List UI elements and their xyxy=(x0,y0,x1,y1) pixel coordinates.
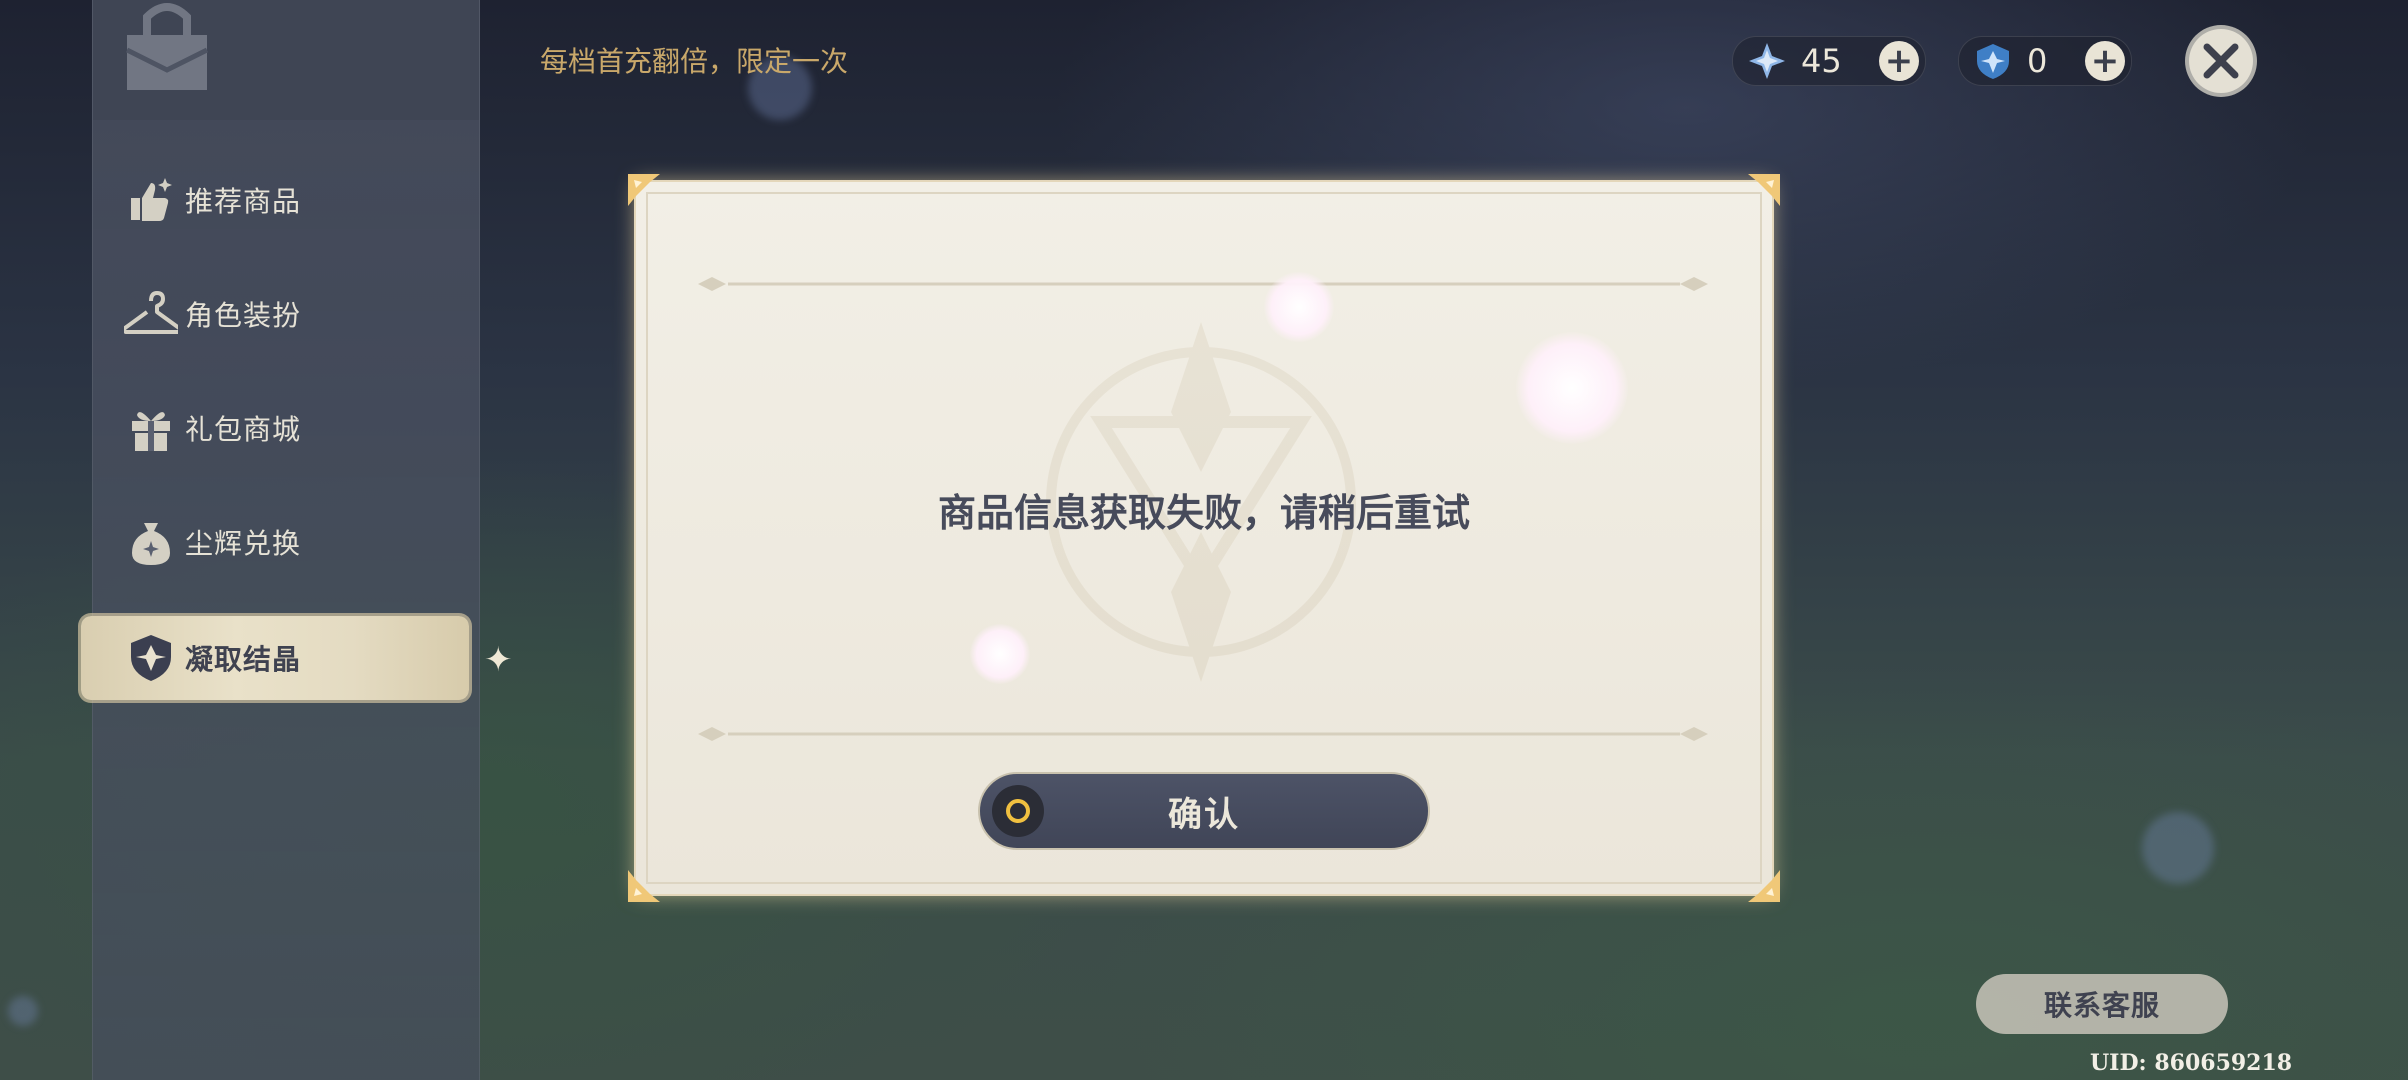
add-primogems-button[interactable]: + xyxy=(1879,41,1919,81)
player-uid: UID: 860659218 xyxy=(2090,1050,2293,1076)
contact-support-button[interactable]: 联系客服 xyxy=(1976,974,2228,1034)
corner-ornament-icon xyxy=(628,174,660,206)
light-orb xyxy=(1264,272,1334,342)
corner-ornament-icon xyxy=(1748,870,1780,902)
close-x-icon xyxy=(2203,43,2239,79)
gift-box-icon xyxy=(123,400,179,456)
close-button[interactable] xyxy=(2185,25,2257,97)
corner-ornament-icon xyxy=(628,870,660,902)
sidebar-item-label: 角色装扮 xyxy=(185,299,302,332)
active-sparkle-icon: ✦ xyxy=(484,640,513,680)
primogem-counter: 45 + xyxy=(1732,36,1926,86)
sidebar-item-outfits[interactable]: 角色装扮 xyxy=(123,274,443,354)
sidebar-item-crystal-transmutation[interactable]: 凝取结晶 xyxy=(81,616,469,700)
coin-pouch-icon xyxy=(123,514,179,570)
crystal-emblem-icon xyxy=(123,630,179,686)
sidebar-item-label: 凝取结晶 xyxy=(185,643,302,676)
sidebar-item-recommended[interactable]: 推荐商品 xyxy=(123,160,443,240)
confirm-button-label: 确认 xyxy=(1168,794,1240,835)
error-dialog: 商品信息获取失败，请稍后重试 确认 xyxy=(628,174,1780,902)
corner-ornament-icon xyxy=(1748,174,1780,206)
bottom-divider xyxy=(698,727,1708,741)
first-recharge-promo: 每档首充翻倍，限定一次 xyxy=(540,45,849,78)
sidebar-item-label: 尘辉兑换 xyxy=(185,527,302,560)
sidebar-item-label: 礼包商城 xyxy=(185,413,302,446)
error-message: 商品信息获取失败，请稍后重试 xyxy=(937,491,1470,535)
gamepad-circle-button-icon xyxy=(992,785,1044,837)
top-divider xyxy=(698,277,1708,291)
genesis-crystal-counter: 0 + xyxy=(1958,36,2132,86)
sidebar-item-label: 推荐商品 xyxy=(185,185,302,218)
hanger-icon xyxy=(123,286,179,342)
confirm-button[interactable]: 确认 xyxy=(978,772,1430,850)
shop-bag-icon xyxy=(125,3,209,90)
genesis-crystal-icon xyxy=(1973,41,2013,81)
primogem-star-icon xyxy=(1747,41,1787,81)
light-orb xyxy=(970,624,1030,684)
background-bokeh xyxy=(8,996,38,1026)
genesis-crystal-count: 0 xyxy=(2027,42,2048,80)
primogem-count: 45 xyxy=(1801,42,1842,80)
sidebar-item-gift-shop[interactable]: 礼包商城 xyxy=(123,388,443,468)
light-orb xyxy=(1516,332,1628,444)
background-bokeh xyxy=(2142,812,2214,884)
shop-sidebar: 推荐商品 角色装扮 礼包商城 尘辉兑换 凝取结晶 xyxy=(81,0,480,1080)
add-genesis-crystals-button[interactable]: + xyxy=(2085,41,2125,81)
thumbs-up-sparkle-icon xyxy=(123,172,179,228)
sidebar-header xyxy=(93,0,479,120)
sidebar-item-stardust-exchange[interactable]: 尘辉兑换 xyxy=(123,502,443,582)
